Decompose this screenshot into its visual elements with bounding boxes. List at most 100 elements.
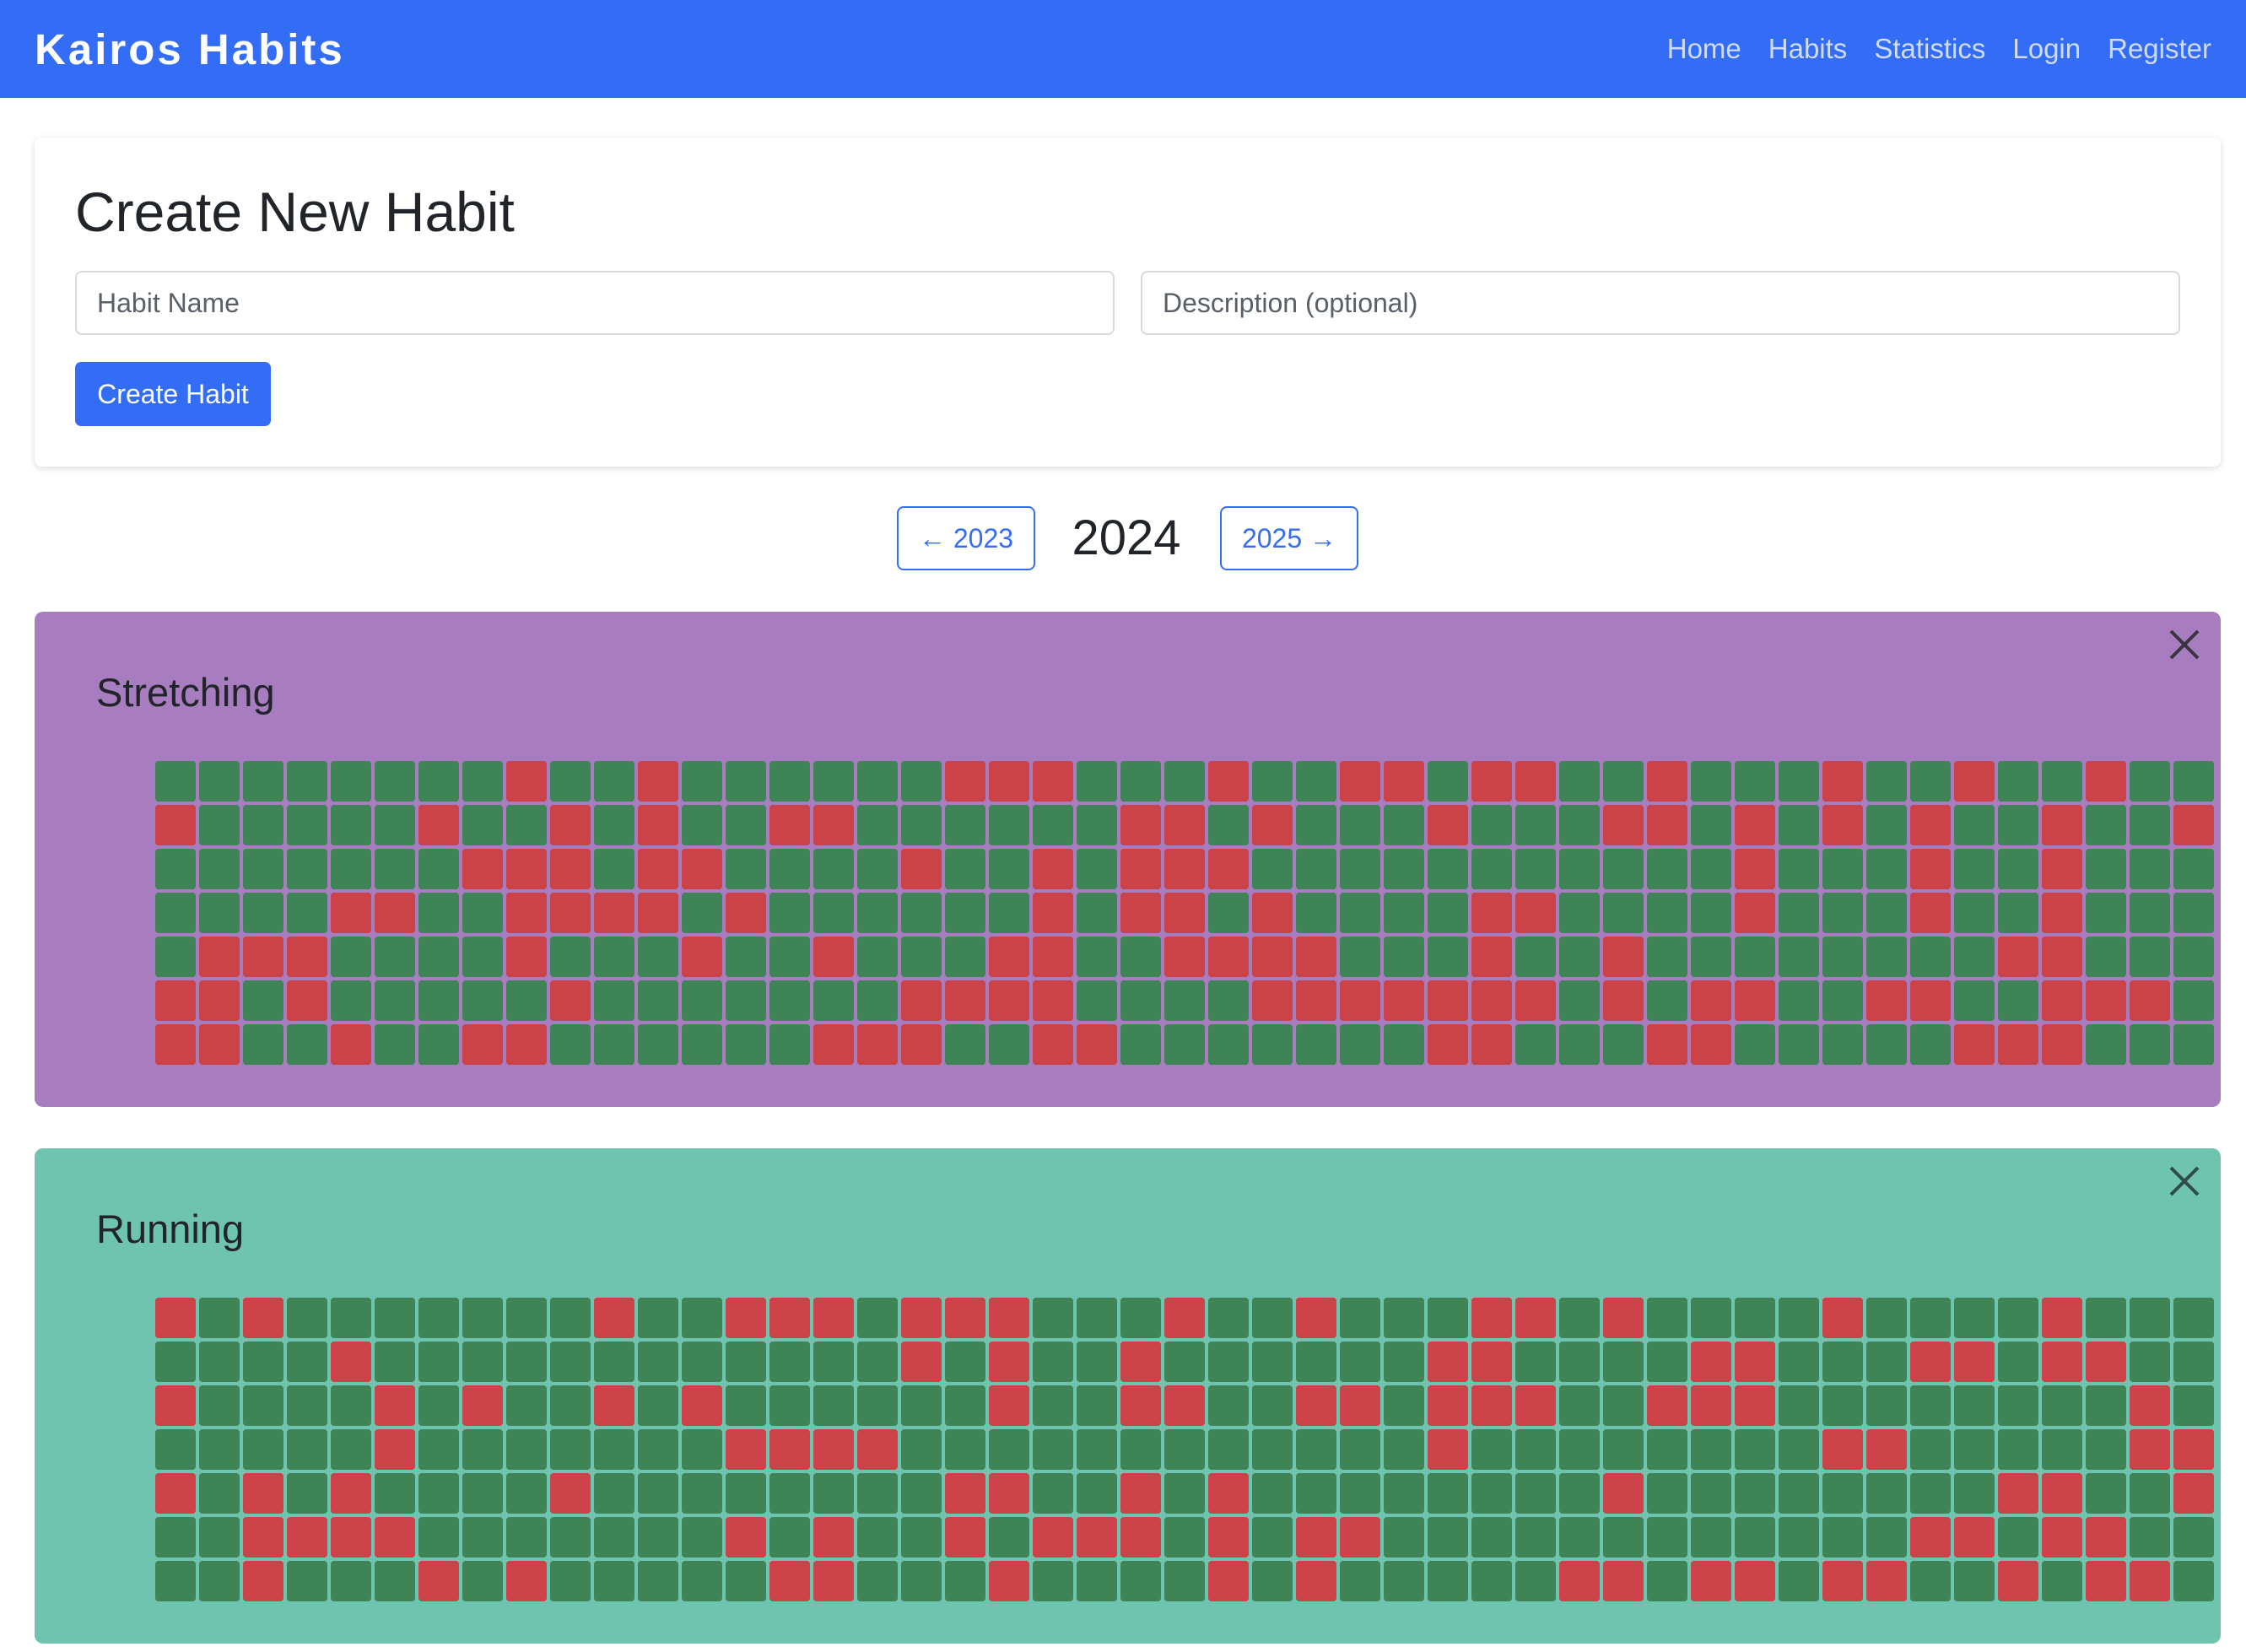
day-cell-missed[interactable] bbox=[769, 1561, 810, 1601]
day-cell-done[interactable] bbox=[1998, 1385, 2038, 1426]
day-cell-done[interactable] bbox=[638, 1561, 678, 1601]
day-cell-done[interactable] bbox=[1515, 1473, 1556, 1514]
day-cell-done[interactable] bbox=[1910, 761, 1951, 802]
day-cell-done[interactable] bbox=[769, 1024, 810, 1065]
habit-description-input[interactable] bbox=[1141, 271, 2180, 335]
day-cell-missed[interactable] bbox=[1120, 805, 1161, 845]
day-cell-done[interactable] bbox=[1779, 937, 1819, 977]
day-cell-done[interactable] bbox=[1208, 1298, 1249, 1338]
day-cell-missed[interactable] bbox=[506, 893, 547, 933]
day-cell-missed[interactable] bbox=[2173, 1429, 2214, 1470]
day-cell-done[interactable] bbox=[418, 1024, 459, 1065]
day-cell-missed[interactable] bbox=[726, 1517, 766, 1558]
day-cell-done[interactable] bbox=[1779, 893, 1819, 933]
day-cell-missed[interactable] bbox=[155, 1385, 196, 1426]
day-cell-done[interactable] bbox=[1822, 937, 1863, 977]
day-cell-done[interactable] bbox=[2130, 937, 2170, 977]
day-cell-missed[interactable] bbox=[1120, 1385, 1161, 1426]
day-cell-missed[interactable] bbox=[1735, 980, 1775, 1021]
day-cell-done[interactable] bbox=[550, 1561, 591, 1601]
day-cell-done[interactable] bbox=[594, 980, 634, 1021]
day-cell-missed[interactable] bbox=[1340, 1385, 1380, 1426]
day-cell-missed[interactable] bbox=[1866, 1429, 1907, 1470]
day-cell-done[interactable] bbox=[901, 805, 942, 845]
day-cell-done[interactable] bbox=[945, 1385, 985, 1426]
day-cell-missed[interactable] bbox=[1077, 1024, 1117, 1065]
day-cell-done[interactable] bbox=[1998, 849, 2038, 889]
day-cell-done[interactable] bbox=[594, 1473, 634, 1514]
day-cell-done[interactable] bbox=[506, 1298, 547, 1338]
day-cell-done[interactable] bbox=[857, 1473, 898, 1514]
day-cell-done[interactable] bbox=[2086, 1024, 2126, 1065]
day-cell-done[interactable] bbox=[1077, 980, 1117, 1021]
day-cell-done[interactable] bbox=[1910, 1385, 1951, 1426]
day-cell-done[interactable] bbox=[945, 1342, 985, 1382]
day-cell-done[interactable] bbox=[506, 1473, 547, 1514]
day-cell-done[interactable] bbox=[1384, 1473, 1424, 1514]
close-icon[interactable] bbox=[2163, 1160, 2206, 1202]
day-cell-done[interactable] bbox=[1340, 937, 1380, 977]
day-cell-done[interactable] bbox=[1910, 937, 1951, 977]
day-cell-done[interactable] bbox=[1077, 1561, 1117, 1601]
day-cell-missed[interactable] bbox=[769, 1429, 810, 1470]
day-cell-done[interactable] bbox=[857, 1298, 898, 1338]
day-cell-missed[interactable] bbox=[1603, 937, 1644, 977]
day-cell-done[interactable] bbox=[1735, 1517, 1775, 1558]
day-cell-done[interactable] bbox=[857, 1517, 898, 1558]
day-cell-missed[interactable] bbox=[1954, 1024, 1995, 1065]
day-cell-done[interactable] bbox=[1164, 1517, 1205, 1558]
day-cell-done[interactable] bbox=[506, 1517, 547, 1558]
day-cell-missed[interactable] bbox=[243, 1517, 283, 1558]
day-cell-done[interactable] bbox=[550, 1342, 591, 1382]
day-cell-missed[interactable] bbox=[155, 980, 196, 1021]
day-cell-missed[interactable] bbox=[1296, 1385, 1336, 1426]
day-cell-missed[interactable] bbox=[1208, 1517, 1249, 1558]
day-cell-missed[interactable] bbox=[1735, 1561, 1775, 1601]
day-cell-done[interactable] bbox=[901, 1561, 942, 1601]
day-cell-done[interactable] bbox=[2173, 893, 2214, 933]
day-cell-done[interactable] bbox=[682, 1473, 722, 1514]
day-cell-done[interactable] bbox=[2086, 849, 2126, 889]
day-cell-missed[interactable] bbox=[2042, 980, 2082, 1021]
day-cell-done[interactable] bbox=[1164, 1342, 1205, 1382]
day-cell-missed[interactable] bbox=[945, 1517, 985, 1558]
day-cell-done[interactable] bbox=[462, 1561, 503, 1601]
day-cell-missed[interactable] bbox=[1910, 980, 1951, 1021]
day-cell-done[interactable] bbox=[2130, 1342, 2170, 1382]
day-cell-missed[interactable] bbox=[1471, 1342, 1512, 1382]
day-cell-done[interactable] bbox=[2130, 761, 2170, 802]
day-cell-done[interactable] bbox=[945, 849, 985, 889]
day-cell-missed[interactable] bbox=[506, 1024, 547, 1065]
day-cell-done[interactable] bbox=[1340, 1473, 1380, 1514]
day-cell-missed[interactable] bbox=[638, 849, 678, 889]
day-cell-missed[interactable] bbox=[287, 1517, 327, 1558]
day-cell-missed[interactable] bbox=[1822, 761, 1863, 802]
day-cell-missed[interactable] bbox=[155, 1024, 196, 1065]
day-cell-missed[interactable] bbox=[199, 937, 240, 977]
day-cell-done[interactable] bbox=[1779, 761, 1819, 802]
day-cell-missed[interactable] bbox=[989, 1298, 1029, 1338]
day-cell-missed[interactable] bbox=[1954, 1342, 1995, 1382]
day-cell-done[interactable] bbox=[1428, 893, 1468, 933]
day-cell-missed[interactable] bbox=[1559, 1561, 1600, 1601]
day-cell-done[interactable] bbox=[155, 937, 196, 977]
day-cell-done[interactable] bbox=[1998, 1517, 2038, 1558]
nav-link-register[interactable]: Register bbox=[2108, 33, 2211, 65]
day-cell-done[interactable] bbox=[901, 1473, 942, 1514]
day-cell-done[interactable] bbox=[1998, 805, 2038, 845]
day-cell-missed[interactable] bbox=[1384, 761, 1424, 802]
day-cell-done[interactable] bbox=[462, 980, 503, 1021]
day-cell-missed[interactable] bbox=[901, 1342, 942, 1382]
day-cell-done[interactable] bbox=[857, 1561, 898, 1601]
day-cell-done[interactable] bbox=[1559, 849, 1600, 889]
day-cell-done[interactable] bbox=[418, 893, 459, 933]
day-cell-done[interactable] bbox=[1515, 1517, 1556, 1558]
day-cell-done[interactable] bbox=[682, 1517, 722, 1558]
day-cell-missed[interactable] bbox=[2130, 980, 2170, 1021]
day-cell-missed[interactable] bbox=[813, 1517, 854, 1558]
day-cell-done[interactable] bbox=[594, 1024, 634, 1065]
day-cell-missed[interactable] bbox=[1340, 761, 1380, 802]
day-cell-done[interactable] bbox=[287, 1561, 327, 1601]
day-cell-done[interactable] bbox=[2086, 1298, 2126, 1338]
day-cell-missed[interactable] bbox=[1033, 980, 1073, 1021]
